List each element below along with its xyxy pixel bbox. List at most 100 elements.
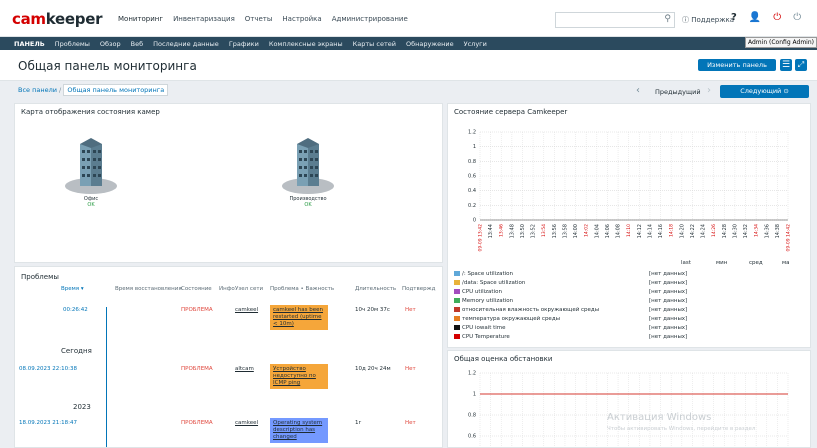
col-host[interactable]: Узел сети bbox=[235, 286, 263, 292]
problem-host[interactable]: camkeel bbox=[235, 307, 258, 313]
fullscreen-button[interactable]: ⤢ bbox=[795, 59, 807, 71]
server-building-icon bbox=[65, 138, 117, 194]
y-tick-label: 1 bbox=[473, 144, 476, 150]
col-duration[interactable]: Длительность bbox=[355, 286, 396, 292]
map-host-office[interactable]: Офис OK bbox=[61, 136, 121, 208]
problem-ack[interactable]: Нет bbox=[405, 307, 416, 313]
search-icon[interactable]: ⚲ bbox=[664, 14, 671, 24]
col-time[interactable]: Время ▾ bbox=[61, 286, 84, 292]
user-tooltip: Admin (Config Admin) bbox=[745, 37, 817, 48]
col-problem[interactable]: Проблема • Важность bbox=[270, 286, 334, 292]
legend-swatch bbox=[454, 271, 460, 276]
breadcrumb-current[interactable]: Общая панель мониторинга bbox=[63, 84, 169, 96]
map-widget: Карта отображения состояния камер Офис O… bbox=[14, 103, 443, 263]
x-tick-label: 14:04 bbox=[594, 224, 600, 238]
chevron-left-icon[interactable]: ‹ bbox=[636, 85, 640, 96]
problem-time[interactable]: 08.09.2023 22:10:38 bbox=[19, 366, 77, 372]
subnav-web[interactable]: Веб bbox=[131, 40, 143, 48]
problem-description[interactable]: Устройство недоступно по ICMP ping bbox=[270, 364, 328, 389]
problem-time[interactable]: 18.09.2023 21:18:47 bbox=[19, 420, 77, 426]
edit-dashboard-button[interactable]: Изменить панель bbox=[698, 59, 776, 71]
menu-configuration[interactable]: Настройка bbox=[282, 15, 321, 23]
x-tick-label: 14:16 bbox=[658, 224, 664, 238]
legend-item: CPU iowait time bbox=[454, 325, 506, 331]
top-icons: ? 👤 ⏻ ⏻ bbox=[731, 12, 801, 23]
subnav-screens[interactable]: Комплексные экраны bbox=[269, 40, 343, 48]
legend-label: CPU iowait time bbox=[462, 325, 506, 331]
legend-value: [нет данных] bbox=[649, 325, 688, 331]
subnav-services[interactable]: Услуги bbox=[464, 40, 487, 48]
y-tick-label: 0.2 bbox=[468, 203, 476, 209]
problem-host[interactable]: altcam bbox=[235, 366, 254, 372]
legend-swatch bbox=[454, 334, 460, 339]
user-icon[interactable]: 👤 bbox=[749, 12, 761, 23]
server-widget-title: Состояние сервера Camkeeper bbox=[454, 108, 568, 116]
sign-out-icon[interactable]: ⏻ bbox=[773, 12, 781, 23]
power-icon[interactable]: ⏻ bbox=[793, 12, 801, 23]
page-header: Общая панель мониторинга Изменить панель… bbox=[0, 50, 817, 81]
subnav-graphs[interactable]: Графики bbox=[229, 40, 259, 48]
windows-activation-hint: Чтобы активировать Windows, перейдите в … bbox=[607, 426, 756, 432]
legend-value: [нет данных] bbox=[649, 316, 688, 322]
legend-item: CPU utilization bbox=[454, 289, 502, 295]
breadcrumb-row: Все панели / Общая панель мониторинга ‹ … bbox=[0, 81, 817, 103]
menu-button[interactable]: ☰ bbox=[780, 59, 792, 71]
breadcrumb-root[interactable]: Все панели bbox=[18, 86, 57, 94]
support-link[interactable]: ⓘ Поддержка bbox=[682, 15, 734, 25]
menu-inventory[interactable]: Инвентаризация bbox=[173, 15, 235, 23]
problem-time[interactable]: 00:26:42 bbox=[63, 307, 88, 313]
col-ack[interactable]: Подтвержд bbox=[402, 286, 435, 292]
x-tick-label: 14:34 bbox=[754, 224, 760, 237]
hamburger-icon: ☰ bbox=[781, 60, 791, 70]
subnav-dashboard[interactable]: ПАНЕЛЬ bbox=[14, 40, 45, 48]
subnav-overview[interactable]: Обзор bbox=[100, 40, 121, 48]
x-tick-label: 14:00 bbox=[573, 224, 579, 238]
problem-ack[interactable]: Нет bbox=[405, 420, 416, 426]
subnav-discovery[interactable]: Обнаружение bbox=[406, 40, 454, 48]
summary-last: last bbox=[681, 260, 691, 266]
x-tick-label: 13:56 bbox=[552, 224, 558, 238]
chart-legend: /: Space utilization [нет данных] /data:… bbox=[454, 271, 804, 346]
x-tick-label: 09-09 13:42 bbox=[478, 224, 484, 252]
top-bar: camkeeper Мониторинг Инвентаризация Отче… bbox=[0, 0, 817, 37]
problem-status: ПРОБЛЕМА bbox=[181, 420, 213, 426]
map-host-production[interactable]: Производство OK bbox=[278, 136, 338, 208]
x-tick-label: 13:54 bbox=[541, 224, 547, 237]
support-label: Поддержка bbox=[691, 16, 735, 24]
problem-duration: 1г bbox=[355, 420, 362, 426]
col-info[interactable]: Инфо bbox=[219, 286, 235, 292]
legend-item: /data: Space utilization bbox=[454, 280, 525, 286]
x-tick-label: 09-09 14:42 bbox=[786, 224, 792, 252]
problem-description[interactable]: Operating system description has changed bbox=[270, 418, 328, 443]
y-tick-label: 0.8 bbox=[468, 413, 476, 419]
x-tick-label: 14:12 bbox=[637, 224, 643, 238]
x-tick-label: 13:46 bbox=[499, 224, 505, 237]
chevron-right-icon[interactable]: › bbox=[707, 85, 711, 96]
menu-reports[interactable]: Отчеты bbox=[245, 15, 273, 23]
next-page-button[interactable]: Следующий ⊙ bbox=[720, 85, 809, 98]
x-tick-label: 13:44 bbox=[488, 224, 494, 238]
x-tick-label: 14:38 bbox=[775, 224, 781, 238]
search-input[interactable]: ⚲ bbox=[555, 12, 675, 28]
subnav-problems[interactable]: Проблемы bbox=[55, 40, 90, 48]
previous-page-button[interactable]: Предыдущий bbox=[655, 88, 701, 96]
col-recovery-time[interactable]: Время восстановления bbox=[115, 286, 182, 292]
y-tick-label: 0.6 bbox=[468, 434, 476, 440]
situation-chart[interactable]: 1.210.80.60.4 bbox=[448, 367, 810, 447]
col-status[interactable]: Состояние bbox=[181, 286, 212, 292]
help-icon[interactable]: ? bbox=[731, 12, 737, 23]
menu-monitoring[interactable]: Мониторинг bbox=[118, 15, 163, 23]
problem-ack[interactable]: Нет bbox=[405, 366, 416, 372]
situation-widget: Общая оценка обстановки 1.210.80.60.4 bbox=[447, 350, 811, 448]
legend-item: температура окружающей среды bbox=[454, 316, 560, 322]
problem-description[interactable]: camkeel has been restarted (uptime < 10m… bbox=[270, 305, 328, 330]
subnav-maps[interactable]: Карты сетей bbox=[353, 40, 396, 48]
legend-label: температура окружающей среды bbox=[462, 316, 560, 322]
problem-host[interactable]: camkeel bbox=[235, 420, 258, 426]
legend-swatch bbox=[454, 307, 460, 312]
subnav-latest-data[interactable]: Последние данные bbox=[153, 40, 219, 48]
y-tick-label: 0.6 bbox=[468, 174, 476, 180]
logo[interactable]: camkeeper bbox=[12, 10, 102, 28]
menu-administration[interactable]: Администрирование bbox=[332, 15, 408, 23]
legend-item: относительная влажность окружающей среды bbox=[454, 307, 599, 313]
